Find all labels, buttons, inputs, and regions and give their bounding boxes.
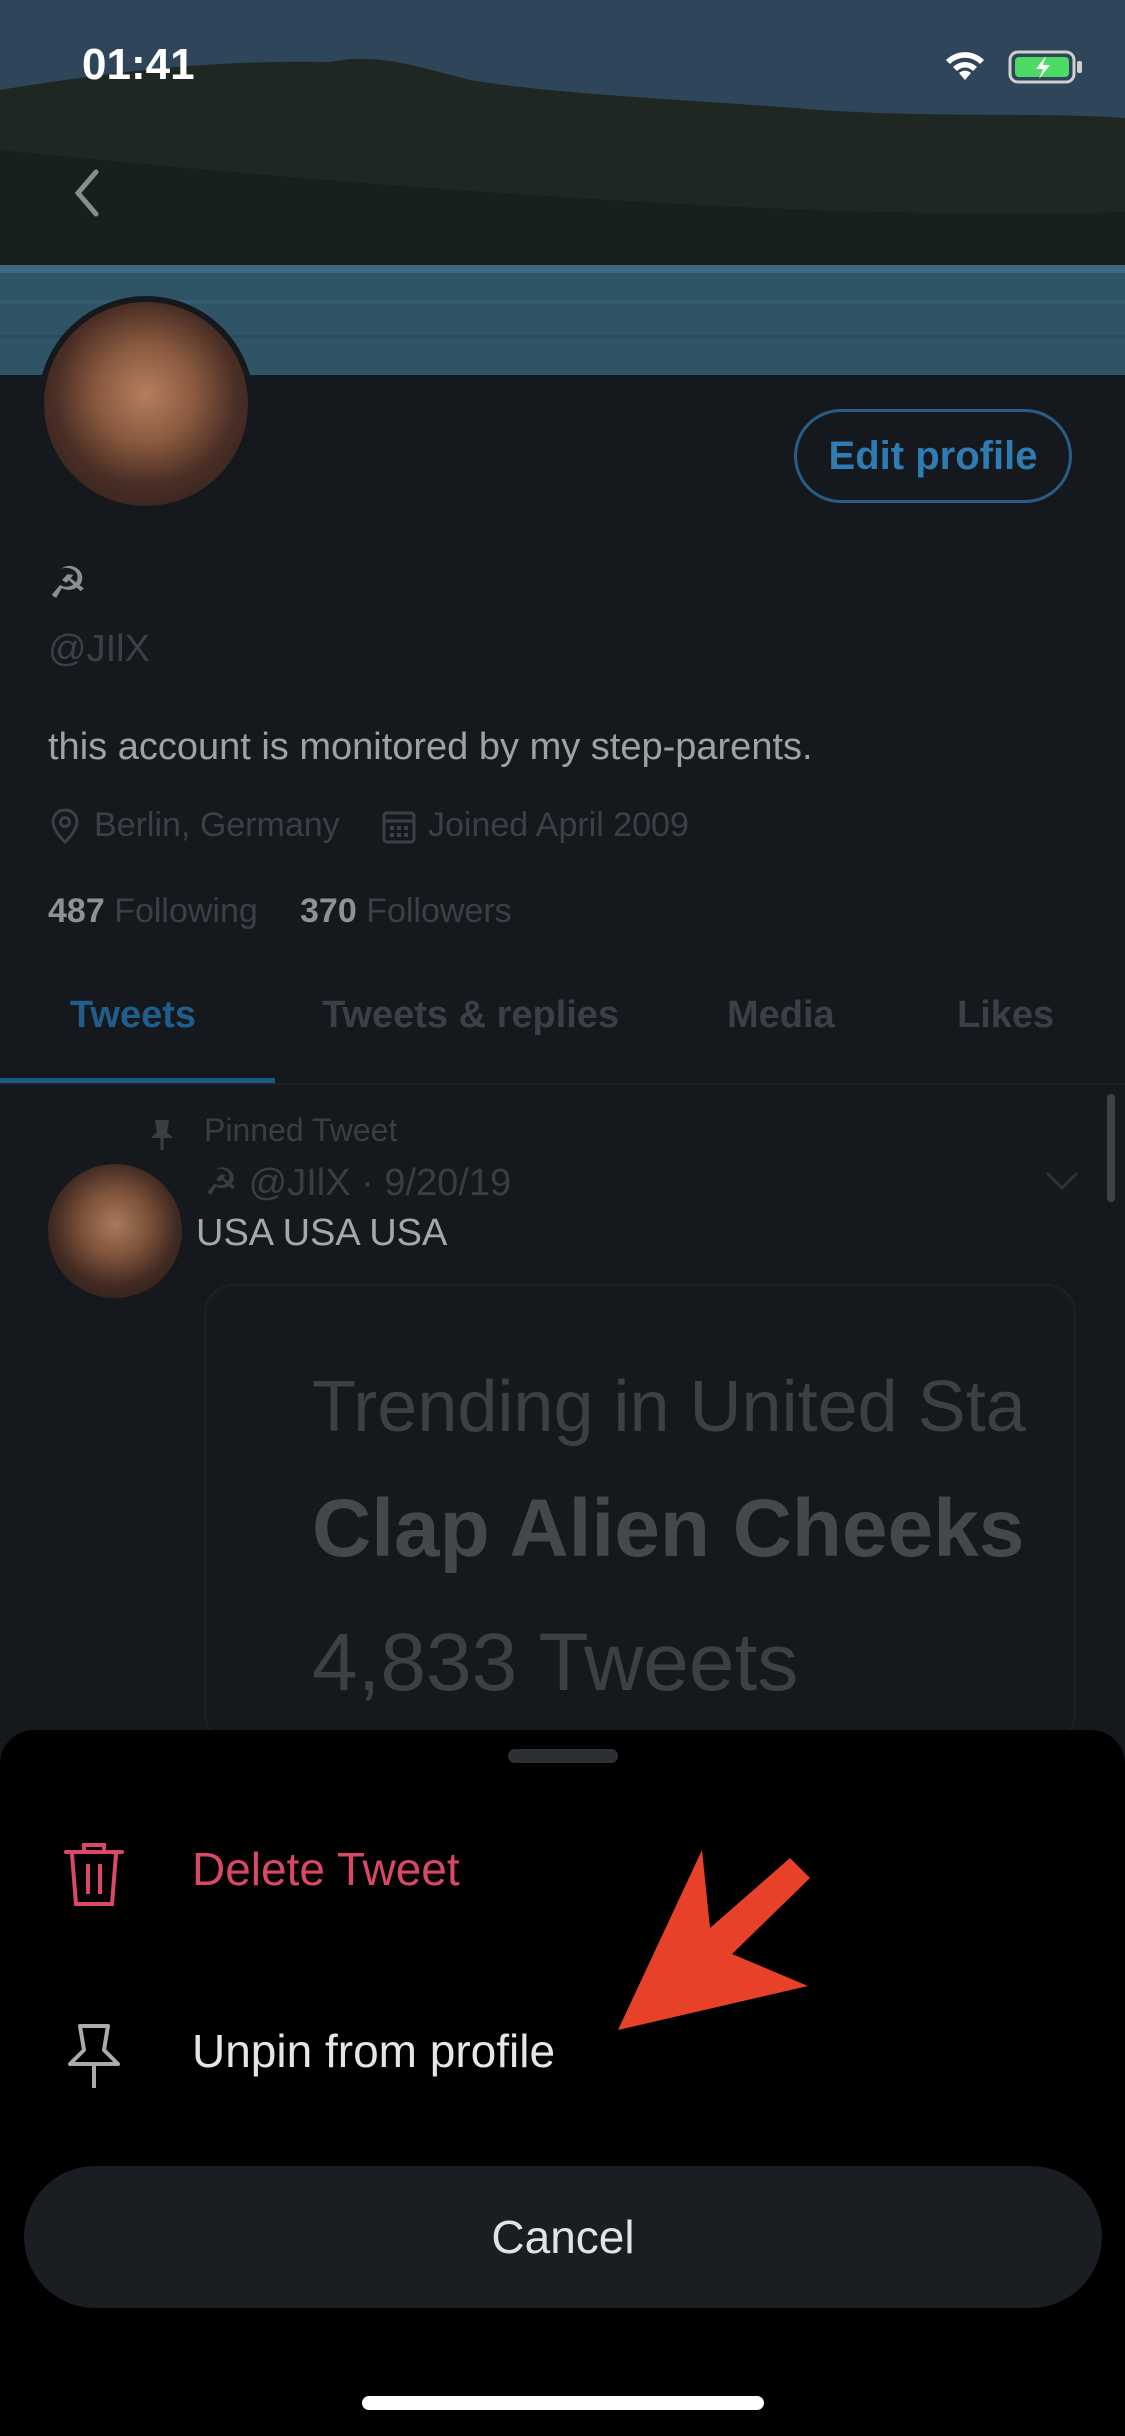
tweet-avatar[interactable] (48, 1164, 182, 1298)
calendar-icon (382, 810, 416, 853)
pinned-tweet-label: Pinned Tweet (204, 1112, 398, 1148)
following-stat[interactable]: 487 Following (48, 892, 258, 931)
profile-handle: @JIlX (48, 628, 150, 670)
followers-label: Followers (366, 892, 512, 930)
back-chevron-icon[interactable] (72, 168, 102, 223)
profile-avatar[interactable] (38, 296, 254, 512)
cancel-button[interactable]: Cancel (24, 2166, 1102, 2308)
followers-count: 370 (300, 892, 357, 930)
trash-icon (62, 1842, 126, 1913)
pin-icon (148, 1118, 176, 1157)
unpin-from-profile-button[interactable]: Unpin from profile (192, 2024, 555, 2078)
following-label: Following (114, 892, 258, 930)
wifi-icon (940, 46, 990, 87)
annotation-arrow (610, 1850, 830, 2045)
edit-profile-button[interactable]: Edit profile (794, 409, 1072, 503)
tab-tweets-replies[interactable]: Tweets & replies (322, 994, 619, 1037)
tab-likes[interactable]: Likes (957, 994, 1054, 1037)
tab-media[interactable]: Media (727, 994, 835, 1037)
location-pin-icon (50, 808, 80, 853)
scrollbar[interactable] (1107, 1094, 1115, 1202)
followers-stat[interactable]: 370 Followers (300, 892, 512, 931)
profile-joined-date: Joined April 2009 (428, 806, 689, 844)
card-tweet-count: 4,833 Tweets (312, 1617, 799, 1708)
home-indicator (362, 2396, 764, 2410)
following-count: 487 (48, 892, 105, 930)
action-sheet (0, 1730, 1125, 2436)
tweet-meta: ☭ @JIlX · 9/20/19 (204, 1162, 512, 1204)
battery-icon (1008, 50, 1084, 89)
card-trending-label: Trending in United Sta (312, 1367, 1026, 1447)
status-time: 01:41 (82, 40, 195, 89)
tab-divider (0, 1083, 1125, 1085)
display-name: ☭ (48, 559, 88, 608)
profile-location: Berlin, Germany (94, 806, 340, 844)
card-trend-title: Clap Alien Cheeks (312, 1483, 1025, 1574)
tab-tweets[interactable]: Tweets (70, 994, 196, 1037)
unpin-icon (62, 2022, 126, 2097)
sheet-grabber[interactable] (508, 1749, 618, 1763)
delete-tweet-button[interactable]: Delete Tweet (192, 1842, 460, 1896)
tweet-text: USA USA USA (196, 1212, 448, 1254)
profile-bio: this account is monitored by my step-par… (48, 726, 813, 768)
chevron-down-icon[interactable] (1044, 1170, 1080, 1197)
tweet-card[interactable]: Trending in United Sta Clap Alien Cheeks… (204, 1284, 1076, 1744)
